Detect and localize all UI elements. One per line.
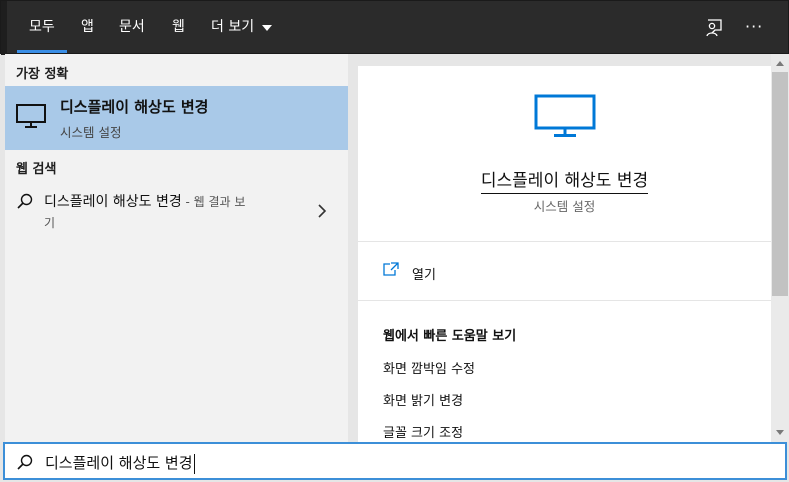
preview-subtitle: 시스템 설정: [533, 199, 596, 214]
preview-title[interactable]: 디스플레이 해상도 변경: [358, 166, 771, 194]
quick-help-link[interactable]: 글꼴 크기 조정: [383, 422, 463, 441]
search-box[interactable]: 디스플레이 해상도 변경: [3, 442, 787, 480]
monitor-icon: [16, 104, 46, 128]
chevron-right-icon[interactable]: [317, 204, 327, 218]
monitor-icon: [534, 94, 596, 137]
divider: [358, 300, 771, 301]
best-match-heading: 가장 정확: [16, 67, 69, 82]
search-icon: [17, 193, 33, 209]
tab-all[interactable]: 모두: [17, 1, 67, 53]
feedback-icon[interactable]: [703, 17, 725, 39]
web-result-suffix: - 웹 결과 보: [181, 195, 246, 209]
tab-apps[interactable]: 앱: [81, 1, 94, 53]
open-action[interactable]: 열기: [412, 264, 436, 283]
best-match-item[interactable]: 디스플레이 해상도 변경 시스템 설정: [5, 86, 348, 150]
best-match-subtitle: 시스템 설정: [60, 125, 122, 140]
quick-help-link[interactable]: 화면 깜박임 수정: [383, 358, 475, 377]
open-icon: [383, 262, 399, 276]
search-input[interactable]: 디스플레이 해상도 변경: [45, 452, 195, 474]
text-cursor: [193, 453, 195, 474]
preview-pane: 디스플레이 해상도 변경 시스템 설정 열기 웹에서 빠른 도움말 보기 화면 …: [358, 66, 771, 442]
scroll-thumb[interactable]: [772, 72, 788, 296]
quick-help-heading: 웹에서 빠른 도움말 보기: [383, 329, 517, 344]
web-result-suffix-wrap: 기: [44, 216, 56, 230]
divider: [358, 241, 771, 242]
best-match-title: 디스플레이 해상도 변경: [60, 98, 209, 116]
web-result-title: 디스플레이 해상도 변경 - 웹 결과 보: [44, 194, 246, 210]
tab-web[interactable]: 웹: [172, 1, 185, 53]
scrollbar[interactable]: [771, 54, 789, 442]
top-bar: 모두 앱 문서 웹 더 보기 ···: [0, 0, 789, 55]
web-result-item[interactable]: 디스플레이 해상도 변경 - 웹 결과 보 기: [5, 184, 348, 234]
chevron-down-icon[interactable]: [262, 25, 272, 31]
quick-help-link[interactable]: 화면 밝기 변경: [383, 390, 463, 409]
search-icon: [17, 454, 33, 470]
scroll-down-icon[interactable]: [776, 430, 784, 435]
web-search-heading: 웹 검색: [16, 162, 57, 177]
tab-documents[interactable]: 문서: [119, 1, 145, 53]
tab-more[interactable]: 더 보기: [211, 1, 254, 53]
results-pane: 가장 정확 디스플레이 해상도 변경 시스템 설정 웹 검색 디스플레이 해상도…: [5, 54, 348, 442]
scroll-up-icon[interactable]: [776, 61, 784, 66]
more-options-icon[interactable]: ···: [745, 1, 763, 53]
